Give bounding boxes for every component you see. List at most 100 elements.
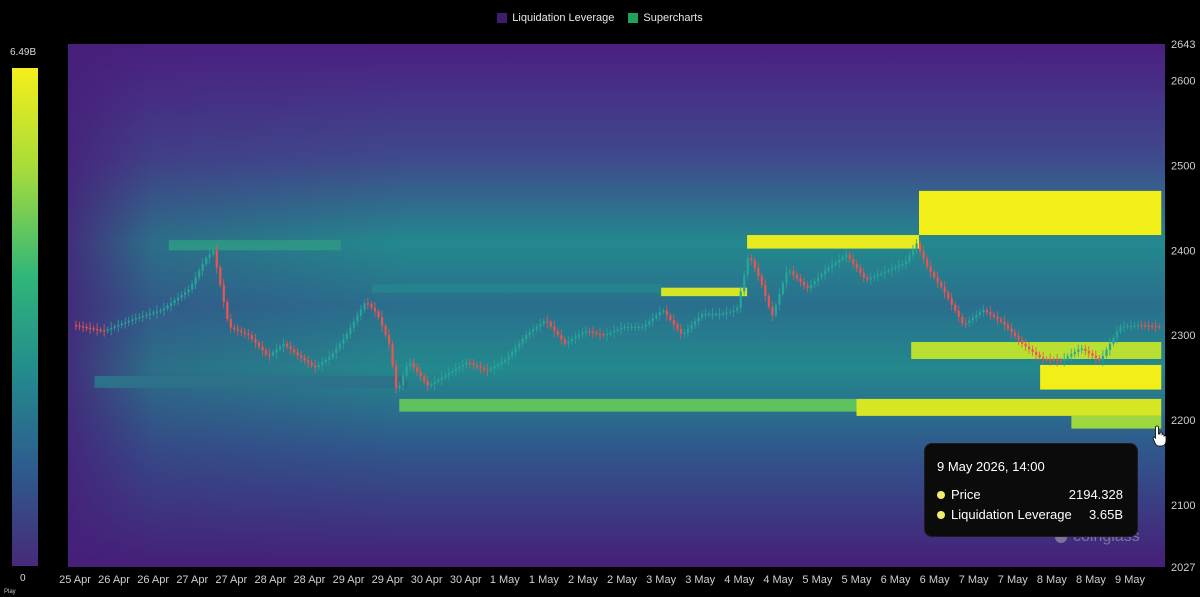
candle-body	[82, 326, 85, 328]
x-tick-label: 8 May	[1037, 574, 1067, 586]
candle-body	[391, 343, 394, 366]
candle-body	[180, 294, 183, 298]
candle-body	[1140, 325, 1143, 327]
candle-body	[606, 333, 609, 336]
candle-body	[454, 368, 457, 371]
heatmap-left-fade	[68, 44, 408, 567]
liquidation-band	[168, 240, 341, 251]
candle-body	[293, 349, 296, 353]
candle-body	[1063, 358, 1066, 361]
candle-body	[373, 307, 377, 312]
candle-body	[662, 310, 665, 313]
candle-body	[577, 334, 581, 337]
candle-body	[715, 313, 718, 316]
candle-body	[226, 301, 229, 320]
candle-body	[971, 317, 974, 321]
candle-body	[978, 312, 981, 315]
candle-body	[240, 330, 243, 333]
y-axis: 2027 2100 2200 2300 2400 2500 2600 2643	[1171, 39, 1195, 574]
candle-body	[848, 254, 851, 260]
candle-body	[1101, 355, 1105, 361]
candle-body	[764, 284, 767, 296]
candle-body	[402, 375, 405, 386]
candle-body	[489, 368, 493, 371]
candle-body	[504, 359, 507, 362]
candle-body	[616, 329, 619, 331]
candle-body	[1010, 328, 1013, 333]
y-tick-label: 2300	[1171, 330, 1195, 342]
candle-body	[876, 274, 879, 277]
candle-body	[1038, 354, 1041, 358]
candle-body	[992, 314, 996, 317]
candle-body	[110, 327, 113, 330]
liquidation-band	[94, 375, 408, 388]
price-tooltip: 9 May 2026, 14:00 Price 2194.328 Liquida…	[925, 444, 1137, 536]
candle-body	[89, 327, 92, 329]
liquidation-band	[399, 398, 857, 412]
candle-body	[342, 338, 345, 344]
candle-body	[827, 267, 830, 271]
candle-body	[286, 343, 289, 347]
candle-body	[535, 326, 538, 330]
candle-body	[1024, 343, 1027, 347]
candle-body	[820, 274, 823, 278]
candle-body	[405, 366, 408, 376]
liquidation-band	[919, 190, 1162, 236]
candle-body	[897, 265, 901, 268]
candle-body	[282, 343, 285, 347]
candle-body	[718, 313, 721, 316]
candle-body	[760, 275, 763, 285]
candle-body	[1080, 348, 1083, 350]
candle-body	[697, 317, 700, 322]
candle-body	[250, 335, 254, 340]
candle-body	[127, 320, 130, 323]
candle-body	[933, 272, 936, 278]
candle-body	[472, 363, 475, 366]
candle-body	[377, 311, 380, 317]
candle-body	[307, 360, 310, 363]
candle-body	[964, 322, 967, 325]
x-tick-label: 2 May	[607, 574, 637, 586]
candle-body	[78, 325, 81, 327]
candle-body	[145, 314, 148, 316]
candle-body	[335, 348, 338, 354]
candle-body	[574, 336, 577, 340]
candle-body	[975, 314, 978, 318]
candle-body	[792, 271, 795, 275]
candle-body	[96, 329, 99, 331]
candle-body	[838, 259, 841, 263]
candle-body	[1013, 332, 1017, 337]
candle-body	[693, 321, 697, 326]
liquidation-band	[371, 284, 662, 293]
candle-body	[802, 281, 806, 286]
candle-body	[542, 321, 545, 324]
candle-body	[996, 316, 999, 320]
candle-body	[310, 362, 313, 366]
candle-body	[1049, 359, 1052, 361]
candle-body	[75, 325, 78, 327]
candle-body	[345, 333, 348, 339]
candle-body	[134, 317, 137, 320]
x-tick-label: 7 May	[959, 574, 989, 586]
candle-body	[1070, 354, 1073, 357]
candle-body	[131, 319, 134, 321]
candle-body	[1098, 357, 1101, 361]
candle-body	[1158, 326, 1161, 328]
candle-body	[187, 289, 190, 293]
candle-body	[595, 332, 598, 335]
candle-body	[862, 272, 865, 278]
tooltip-row-price: Price 2194.328	[937, 487, 1123, 502]
candle-body	[584, 331, 588, 333]
candle-body	[338, 343, 341, 349]
candle-body	[444, 374, 447, 378]
x-tick-label: 6 May	[881, 574, 911, 586]
candle-body	[198, 270, 201, 278]
candle-body	[514, 347, 517, 352]
candle-body	[511, 351, 514, 357]
candle-body	[1031, 349, 1034, 352]
x-tick-label: 2 May	[568, 574, 598, 586]
candle-body	[753, 260, 756, 269]
candle-body	[423, 376, 426, 382]
candle-body	[774, 304, 778, 316]
candle-body	[729, 311, 732, 313]
